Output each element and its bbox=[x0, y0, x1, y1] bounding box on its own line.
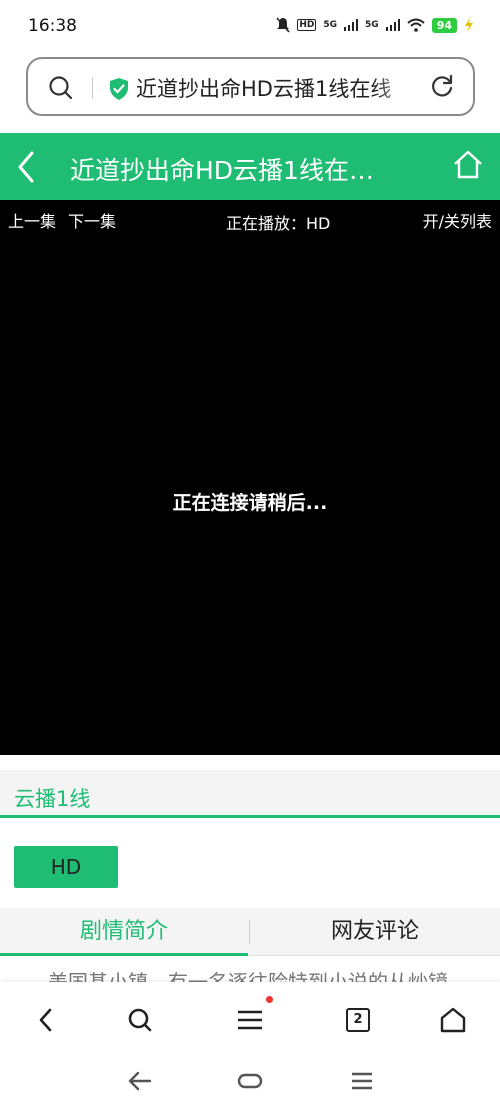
signal-5g-icon-2: 5G bbox=[365, 20, 379, 30]
url-text[interactable]: 近道抄出命HD云播1线在线 bbox=[136, 73, 416, 103]
signal-bars-icon-1 bbox=[344, 19, 359, 31]
next-episode-button[interactable]: 下一集 bbox=[68, 208, 116, 232]
system-recents-icon[interactable] bbox=[350, 1070, 374, 1092]
system-home-icon[interactable] bbox=[237, 1070, 263, 1092]
toggle-list-button[interactable]: 开/关列表 bbox=[423, 208, 492, 232]
tab-separator bbox=[249, 920, 250, 944]
info-tabs: 剧情简介 网友评论 bbox=[0, 908, 500, 956]
nav-menu-button[interactable] bbox=[232, 1002, 268, 1038]
status-icons: HD 5G 5G 94 bbox=[276, 17, 474, 33]
status-time: 16:38 bbox=[28, 16, 77, 36]
now-playing-label: 正在播放：HD bbox=[226, 214, 331, 233]
nav-search-button[interactable] bbox=[122, 1002, 158, 1038]
hd-voice-icon: HD bbox=[297, 19, 317, 31]
battery-indicator: 94 bbox=[431, 17, 457, 33]
search-icon bbox=[128, 1008, 152, 1032]
home-icon bbox=[440, 1007, 466, 1033]
address-divider bbox=[92, 77, 93, 99]
status-bar: 16:38 HD 5G 5G 94 bbox=[0, 0, 500, 52]
nav-back-button[interactable] bbox=[28, 1002, 64, 1038]
reload-icon[interactable] bbox=[429, 74, 455, 100]
tab-count: 2 bbox=[346, 1008, 370, 1032]
system-back-icon[interactable] bbox=[127, 1070, 153, 1092]
source-section-header: 云播1线 bbox=[0, 770, 500, 818]
address-bar[interactable]: 近道抄出命HD云播1线在线 bbox=[26, 57, 475, 116]
page-title: 近道抄出命HD云播1线在… bbox=[70, 156, 374, 185]
episode-button-hd[interactable]: HD bbox=[14, 846, 118, 888]
video-player[interactable]: 上一集 下一集 正在播放：HD 开/关列表 正在连接请稍后... bbox=[0, 200, 500, 755]
signal-bars-icon-2 bbox=[385, 19, 400, 31]
chevron-left-icon bbox=[39, 1008, 52, 1032]
page-header: 近道抄出命HD云播1线在… bbox=[0, 133, 500, 200]
browser-bottom-nav: 2 bbox=[0, 982, 500, 1056]
secure-shield-icon bbox=[110, 78, 128, 100]
source-title: 云播1线 bbox=[14, 787, 91, 811]
search-icon[interactable] bbox=[48, 75, 74, 101]
back-arrow-icon[interactable] bbox=[12, 149, 42, 185]
signal-5g-icon-1: 5G bbox=[323, 20, 338, 30]
nav-home-button[interactable] bbox=[435, 1002, 471, 1038]
mute-bell-icon bbox=[276, 17, 290, 33]
tab-comments[interactable]: 网友评论 bbox=[251, 908, 499, 956]
system-nav-bar bbox=[0, 1056, 500, 1111]
charging-bolt-icon bbox=[465, 18, 473, 32]
nav-tabs-button[interactable]: 2 bbox=[340, 1002, 376, 1038]
prev-episode-button[interactable]: 上一集 bbox=[8, 208, 56, 232]
home-icon[interactable] bbox=[452, 149, 484, 181]
tab-plot-summary[interactable]: 剧情简介 bbox=[0, 908, 248, 956]
loading-message: 正在连接请稍后... bbox=[172, 492, 328, 514]
wifi-icon bbox=[407, 18, 425, 32]
menu-icon bbox=[238, 1010, 262, 1030]
notification-dot bbox=[266, 996, 273, 1003]
